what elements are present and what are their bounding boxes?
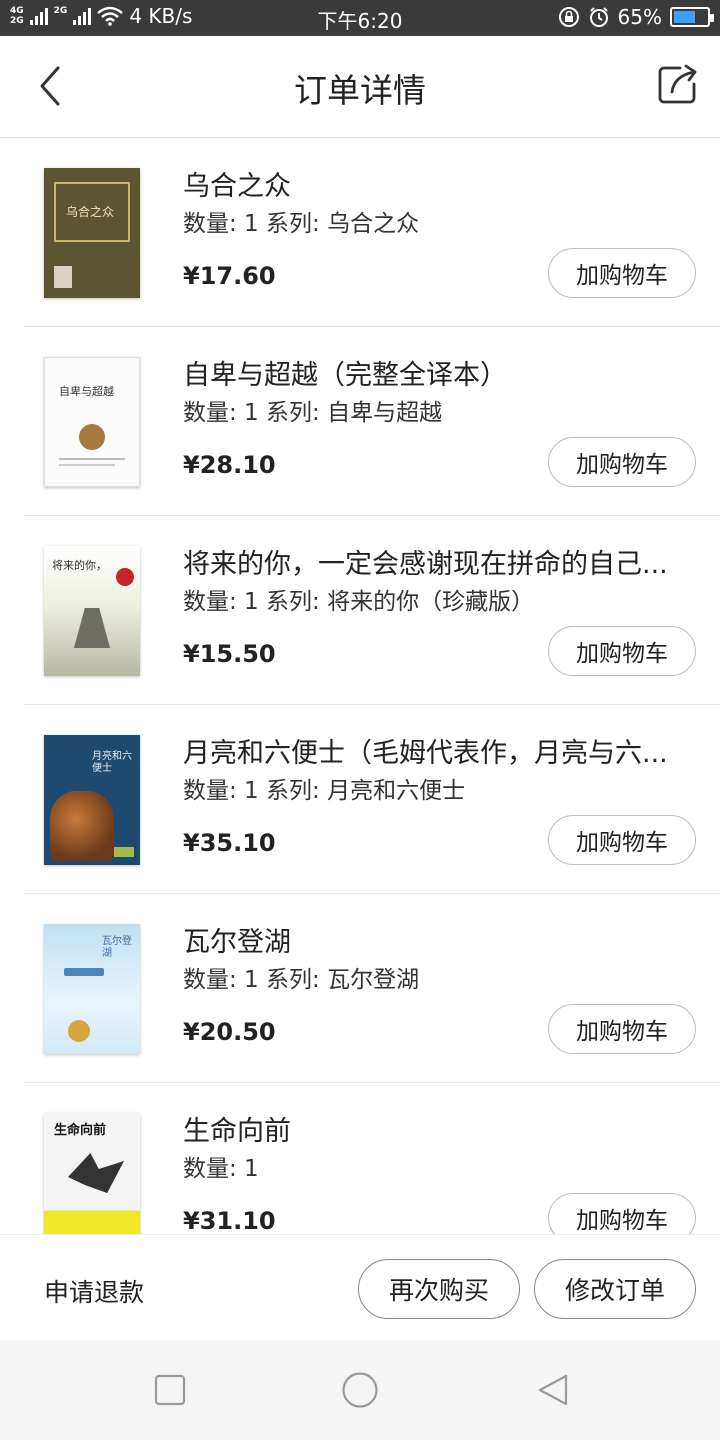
- book-cover-image[interactable]: 将来的你，: [44, 546, 140, 676]
- order-item[interactable]: 瓦尔登湖 瓦尔登湖 数量: 1 系列: 瓦尔登湖 ¥20.50 加购物车: [0, 894, 720, 1083]
- product-price: ¥20.50: [183, 1018, 276, 1046]
- order-item[interactable]: 月亮和六便士 月亮和六便士（毛姆代表作，月亮与六... 数量: 1 系列: 月亮…: [0, 705, 720, 894]
- product-name[interactable]: 自卑与超越（完整全译本）: [183, 353, 683, 392]
- book-cover-image[interactable]: 月亮和六便士: [44, 735, 140, 865]
- status-right: 65%: [558, 5, 714, 29]
- circle-icon[interactable]: [341, 1371, 379, 1409]
- book-cover-image[interactable]: 瓦尔登湖: [44, 924, 140, 1054]
- add-to-cart-button[interactable]: 加购物车: [548, 815, 696, 865]
- product-name[interactable]: 乌合之众: [183, 164, 683, 203]
- book-cover-image[interactable]: 自卑与超越: [44, 357, 140, 487]
- product-price: ¥35.10: [183, 829, 276, 857]
- buy-again-button[interactable]: 再次购买: [358, 1259, 520, 1319]
- status-bar: 4G 2G 2G 4 KB/s 下午6:20 65%: [0, 0, 720, 36]
- order-item[interactable]: 生命向前 生命向前 数量: 1 ¥31.10 加购物车: [0, 1083, 720, 1234]
- alarm-icon: [589, 7, 608, 27]
- share-icon[interactable]: [656, 62, 700, 106]
- order-item-list[interactable]: 乌合之众 乌合之众 数量: 1 系列: 乌合之众 ¥17.60 加购物车 自卑与…: [0, 138, 720, 1234]
- battery-percent: 65%: [617, 5, 662, 29]
- triangle-back-icon[interactable]: [536, 1373, 570, 1407]
- add-to-cart-button[interactable]: 加购物车: [548, 626, 696, 676]
- add-to-cart-button[interactable]: 加购物车: [548, 1004, 696, 1054]
- product-name[interactable]: 将来的你，一定会感谢现在拼命的自己...: [183, 542, 683, 581]
- order-item[interactable]: 将来的你， 将来的你，一定会感谢现在拼命的自己... 数量: 1 系列: 将来的…: [0, 516, 720, 705]
- add-to-cart-button[interactable]: 加购物车: [548, 437, 696, 487]
- lock-rotate-icon: [558, 7, 579, 27]
- add-to-cart-button[interactable]: 加购物车: [548, 1193, 696, 1234]
- product-meta: 数量: 1 系列: 瓦尔登湖: [183, 967, 420, 993]
- modify-order-button[interactable]: 修改订单: [534, 1259, 696, 1319]
- product-meta: 数量: 1 系列: 自卑与超越: [183, 400, 443, 426]
- product-meta: 数量: 1: [183, 1156, 259, 1182]
- order-actions-bar: 申请退款 再次购买 修改订单: [0, 1234, 720, 1340]
- book-cover-image[interactable]: 乌合之众: [44, 168, 140, 298]
- battery-icon: [670, 7, 714, 27]
- book-cover-image[interactable]: 生命向前: [44, 1113, 140, 1234]
- system-nav-bar: [0, 1340, 720, 1440]
- product-price: ¥15.50: [183, 640, 276, 668]
- battery-fill: [674, 11, 695, 23]
- nav-header: 订单详情: [0, 36, 720, 138]
- order-item[interactable]: 自卑与超越 自卑与超越（完整全译本） 数量: 1 系列: 自卑与超越 ¥28.1…: [0, 327, 720, 516]
- product-price: ¥28.10: [183, 451, 276, 479]
- product-name[interactable]: 月亮和六便士（毛姆代表作，月亮与六...: [183, 731, 683, 770]
- page-title: 订单详情: [294, 71, 426, 110]
- product-meta: 数量: 1 系列: 乌合之众: [183, 211, 420, 237]
- square-icon[interactable]: [153, 1373, 187, 1407]
- add-to-cart-button[interactable]: 加购物车: [548, 248, 696, 298]
- product-meta: 数量: 1 系列: 将来的你（珍藏版）: [183, 589, 535, 615]
- product-price: ¥31.10: [183, 1207, 276, 1234]
- product-name[interactable]: 生命向前: [183, 1109, 683, 1148]
- product-meta: 数量: 1 系列: 月亮和六便士: [183, 778, 466, 804]
- request-refund-link[interactable]: 申请退款: [44, 1273, 144, 1309]
- product-price: ¥17.60: [183, 262, 276, 290]
- product-name[interactable]: 瓦尔登湖: [183, 920, 683, 959]
- order-item[interactable]: 乌合之众 乌合之众 数量: 1 系列: 乌合之众 ¥17.60 加购物车: [0, 138, 720, 327]
